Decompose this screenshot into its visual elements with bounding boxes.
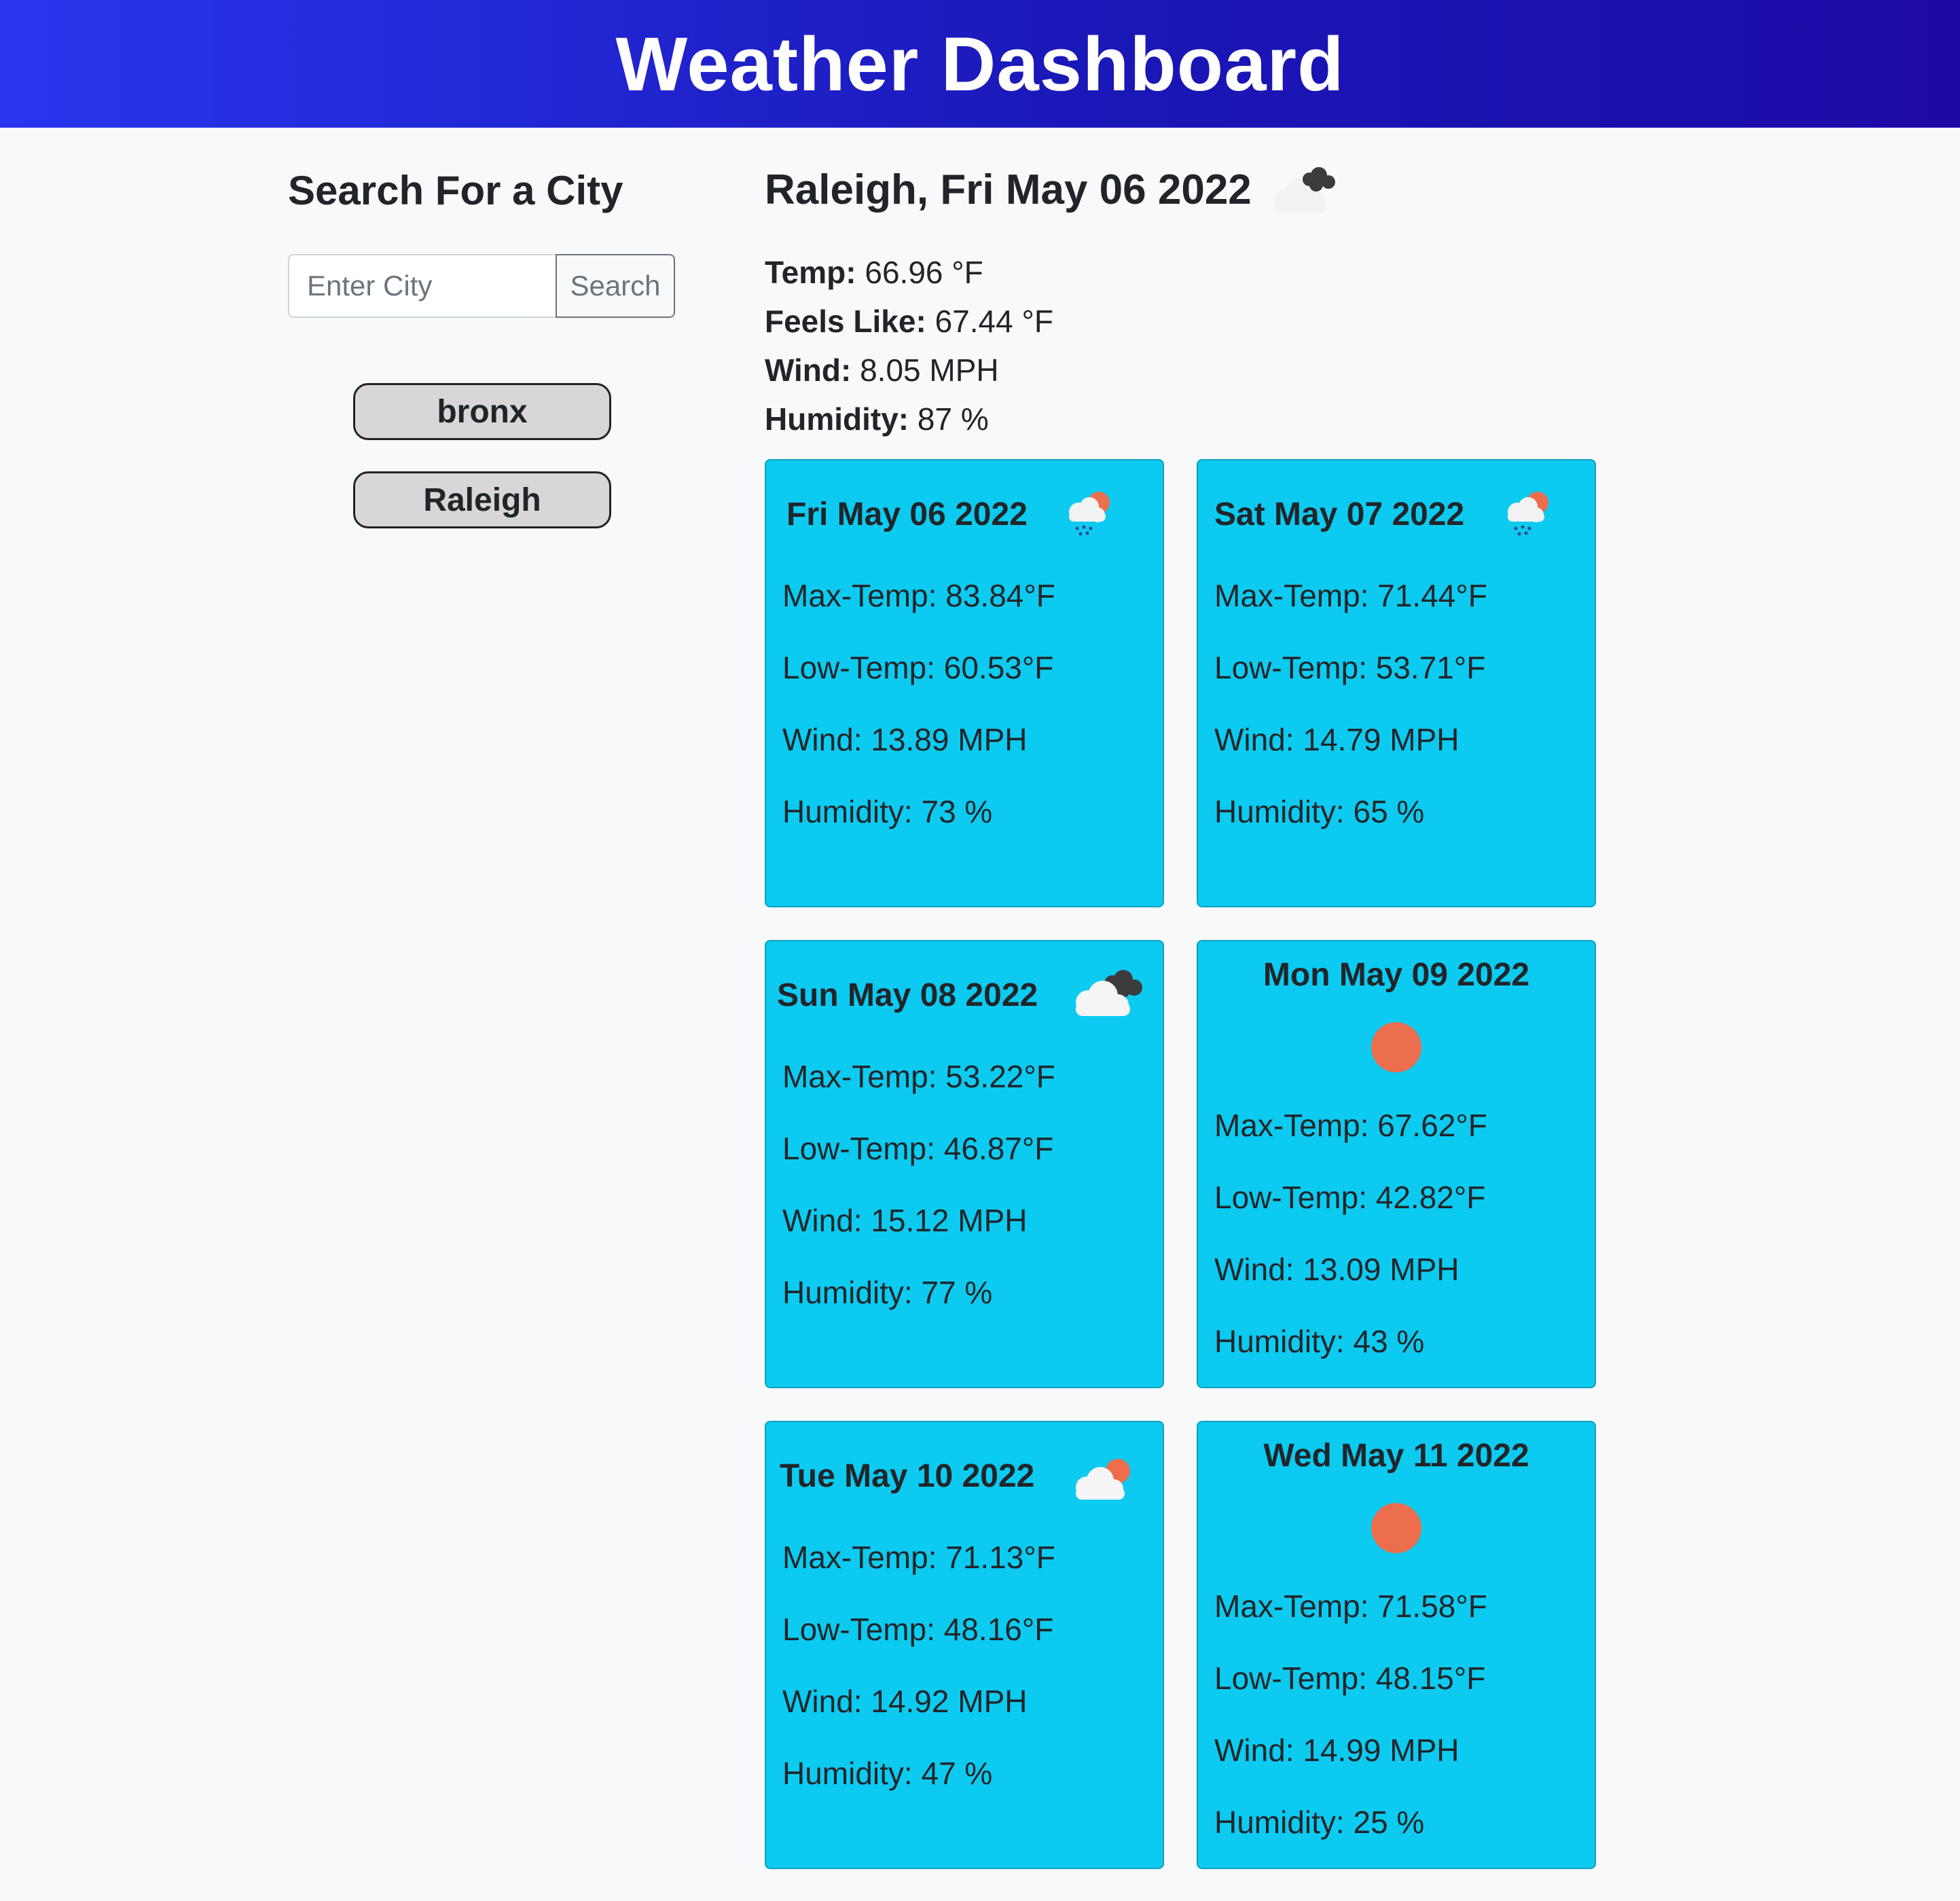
forecast-humidity: Humidity: 77 % xyxy=(782,1275,993,1310)
history-button-raleigh[interactable]: Raleigh xyxy=(353,471,611,528)
forecast-date: Fri May 06 2022 xyxy=(786,496,1028,532)
city-search-input[interactable] xyxy=(288,254,556,318)
forecast-humidity: Humidity: 65 % xyxy=(1214,794,1425,829)
forecast-max-temp: Max-Temp: 53.22°F xyxy=(782,1059,1055,1094)
forecast-card: Mon May 09 2022 Max-Temp: 67.62°F Low-Te… xyxy=(1197,940,1596,1388)
current-feels-like: Feels Like: 67.44 °F xyxy=(765,304,1053,339)
forecast-date: Tue May 10 2022 xyxy=(780,1458,1035,1494)
forecast-card: Sun May 08 2022 Max-Temp: 53.22°F Low-Te… xyxy=(765,940,1164,1388)
page-header: Weather Dashboard xyxy=(0,0,1960,128)
forecast-date: Wed May 11 2022 xyxy=(1263,1438,1529,1474)
forecast-max-temp: Max-Temp: 71.44°F xyxy=(1214,578,1487,613)
forecast-max-temp: Max-Temp: 67.62°F xyxy=(1214,1108,1487,1143)
forecast-date: Sun May 08 2022 xyxy=(777,977,1038,1013)
forecast-date: Mon May 09 2022 xyxy=(1263,957,1530,993)
forecast-wind: Wind: 15.12 MPH xyxy=(782,1203,1028,1238)
current-temp: Temp: 66.96 °F xyxy=(765,255,983,290)
history-button-bronx[interactable]: bronx xyxy=(353,383,611,440)
forecast-card: Sat May 07 2022 Max-Temp: 71.44°F Low-Te… xyxy=(1197,459,1596,907)
forecast-date: Sat May 07 2022 xyxy=(1214,496,1465,532)
forecast-max-temp: Max-Temp: 71.13°F xyxy=(782,1540,1055,1575)
overcast-cloud-icon xyxy=(1274,167,1335,213)
sun-cloud-rain-icon xyxy=(1069,492,1110,536)
search-form: Search xyxy=(288,254,675,318)
forecast-low-temp: Low-Temp: 48.16°F xyxy=(782,1612,1054,1647)
overcast-cloud-icon xyxy=(1076,970,1142,1016)
forecast-wind: Wind: 14.92 MPH xyxy=(782,1684,1028,1719)
search-button[interactable]: Search xyxy=(556,254,675,318)
forecast-wind: Wind: 14.79 MPH xyxy=(1214,722,1459,757)
current-humidity: Humidity: 87 % xyxy=(765,401,989,437)
forecast-card: Fri May 06 2022 Max-Temp: 83.84°F Low-Te… xyxy=(765,459,1164,907)
forecast-low-temp: Low-Temp: 53.71°F xyxy=(1214,650,1486,685)
forecast-card: Wed May 11 2022 Max-Temp: 71.58°F Low-Te… xyxy=(1197,1421,1596,1869)
forecast-max-temp: Max-Temp: 71.58°F xyxy=(1214,1589,1487,1624)
sun-icon xyxy=(1371,1022,1421,1072)
sun-cloud-rain-icon xyxy=(1508,492,1548,536)
forecast-humidity: Humidity: 47 % xyxy=(782,1756,993,1791)
forecast-wind: Wind: 13.89 MPH xyxy=(782,722,1028,757)
forecast-humidity: Humidity: 43 % xyxy=(1214,1324,1425,1359)
forecast-wind: Wind: 14.99 MPH xyxy=(1214,1733,1459,1768)
forecast-low-temp: Low-Temp: 48.15°F xyxy=(1214,1661,1486,1696)
forecast-low-temp: Low-Temp: 46.87°F xyxy=(782,1131,1054,1166)
sun-cloud-icon xyxy=(1076,1459,1130,1500)
current-city-title: Raleigh, Fri May 06 2022 xyxy=(765,166,1252,213)
forecast-low-temp: Low-Temp: 42.82°F xyxy=(1214,1180,1486,1215)
forecast-max-temp: Max-Temp: 83.84°F xyxy=(782,578,1055,613)
forecast-humidity: Humidity: 25 % xyxy=(1214,1805,1425,1840)
search-heading: Search For a City xyxy=(288,168,623,213)
sun-icon xyxy=(1371,1503,1421,1553)
forecast-low-temp: Low-Temp: 60.53°F xyxy=(782,650,1054,685)
forecast-humidity: Humidity: 73 % xyxy=(782,794,993,829)
forecast-card: Tue May 10 2022 Max-Temp: 71.13°F Low-Te… xyxy=(765,1421,1164,1869)
current-wind: Wind: 8.05 MPH xyxy=(765,352,999,388)
forecast-wind: Wind: 13.09 MPH xyxy=(1214,1252,1459,1287)
page-title: Weather Dashboard xyxy=(615,21,1345,107)
